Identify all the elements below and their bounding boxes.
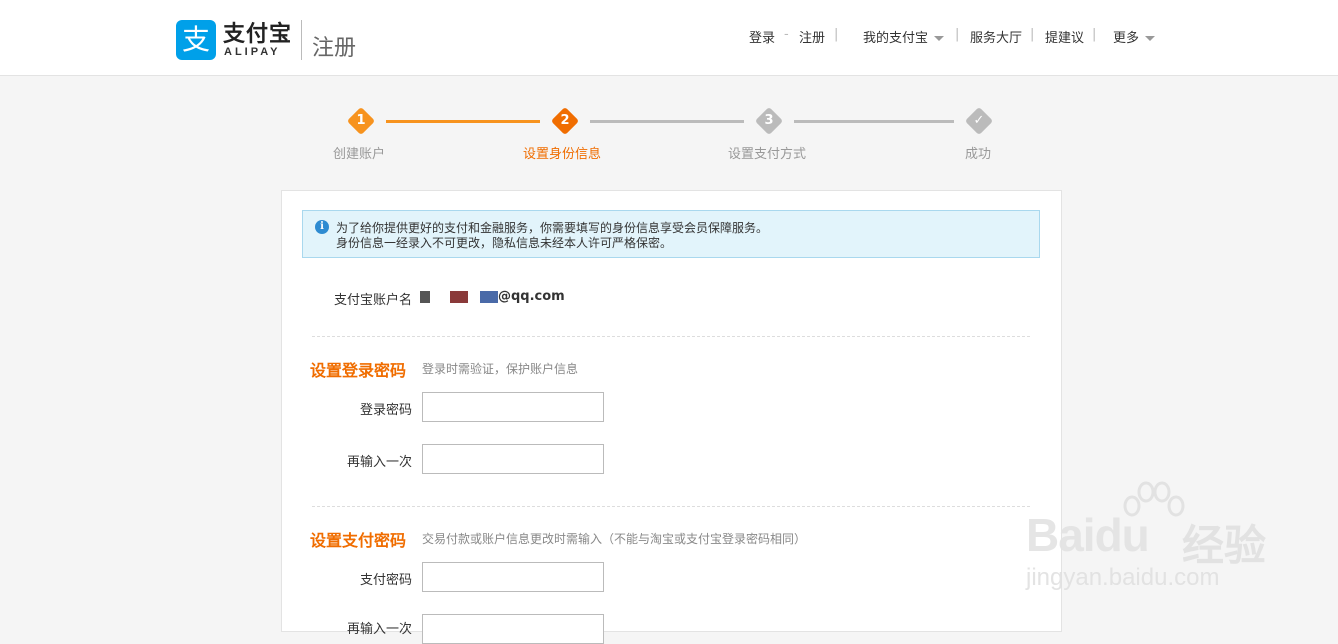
nav-my-alipay-menu[interactable]: 我的支付宝 <box>863 27 945 46</box>
pay-password-hint: 交易付款或账户信息更改时需输入（不能与淘宝或支付宝登录密码相同） <box>422 532 807 546</box>
nav-my-alipay-label: 我的支付宝 <box>863 31 929 46</box>
pay-password-confirm-input[interactable] <box>422 614 604 644</box>
step-connector-pending <box>794 120 954 123</box>
login-password-confirm-input[interactable] <box>422 444 604 474</box>
page-title: 注册 <box>312 36 357 61</box>
account-email-suffix: @qq.com <box>498 289 565 304</box>
nav-separator: | <box>1030 27 1035 42</box>
baidu-jingyan-watermark: Baidu 经验 jingyan.baidu.com <box>1026 480 1276 600</box>
login-password-title: 设置登录密码 <box>310 361 407 380</box>
section-divider <box>312 336 1030 337</box>
nav-login-link[interactable]: 登录 <box>749 27 775 46</box>
step-1-number: 1 <box>356 113 366 128</box>
redacted-block <box>450 290 468 303</box>
redacted-gap <box>468 290 480 303</box>
login-password-input[interactable] <box>422 392 604 422</box>
checkmark-icon: ✓ <box>973 113 985 128</box>
pay-password-input[interactable] <box>422 562 604 592</box>
nav-separator: | <box>1092 27 1097 42</box>
chevron-down-icon <box>934 36 945 41</box>
redacted-block <box>480 290 498 303</box>
alipay-logo-icon[interactable]: 支 <box>176 20 216 60</box>
nav-separator: | <box>955 27 960 42</box>
pay-password-title: 设置支付密码 <box>310 531 407 550</box>
nav-separator: | <box>834 27 839 42</box>
top-header: 支 支付宝 ALIPAY 注册 登录 - 注册 | 我的支付宝 | 服务大厅 |… <box>0 0 1338 76</box>
nav-more-label: 更多 <box>1113 31 1140 46</box>
notice-line-2: 身份信息一经录入不可更改，隐私信息未经本人许可严格保密。 <box>336 236 673 250</box>
chevron-down-icon <box>1145 36 1156 41</box>
info-icon: i <box>315 220 329 234</box>
section-divider <box>312 506 1030 507</box>
step-2-label: 设置身份信息 <box>523 147 602 162</box>
redacted-gap <box>430 290 450 303</box>
step-2-number: 2 <box>560 113 570 128</box>
nav-register-link[interactable]: 注册 <box>799 27 825 46</box>
nav-service-hall-link[interactable]: 服务大厅 <box>970 27 1022 46</box>
nav-more-menu[interactable]: 更多 <box>1113 27 1156 46</box>
login-password-label: 登录密码 <box>359 403 412 418</box>
logo-divider <box>301 20 302 60</box>
step-3-number: 3 <box>764 113 774 128</box>
redacted-block <box>420 290 430 303</box>
logo-name[interactable]: 支付宝 <box>223 16 292 48</box>
step-connector-pending <box>590 120 744 123</box>
pay-password-label: 支付密码 <box>359 573 412 588</box>
nav-dash: - <box>784 27 789 42</box>
nav-suggestion-link[interactable]: 提建议 <box>1045 27 1084 46</box>
login-password-hint: 登录时需验证，保护账户信息 <box>422 362 579 376</box>
step-3-label: 设置支付方式 <box>728 147 807 162</box>
pay-password-confirm-label: 再输入一次 <box>346 622 412 637</box>
account-name-label: 支付宝账户名 <box>333 293 412 308</box>
login-password-confirm-label: 再输入一次 <box>346 455 412 470</box>
watermark-brand: Baidu <box>1026 509 1150 561</box>
watermark-url: jingyan.baidu.com <box>1026 564 1220 591</box>
step-4-label: 成功 <box>965 147 992 162</box>
account-name-value: @qq.com <box>420 289 565 304</box>
step-1-label: 创建账户 <box>333 147 386 162</box>
step-connector-done <box>386 120 540 123</box>
logo-subtitle: ALIPAY <box>224 46 281 58</box>
